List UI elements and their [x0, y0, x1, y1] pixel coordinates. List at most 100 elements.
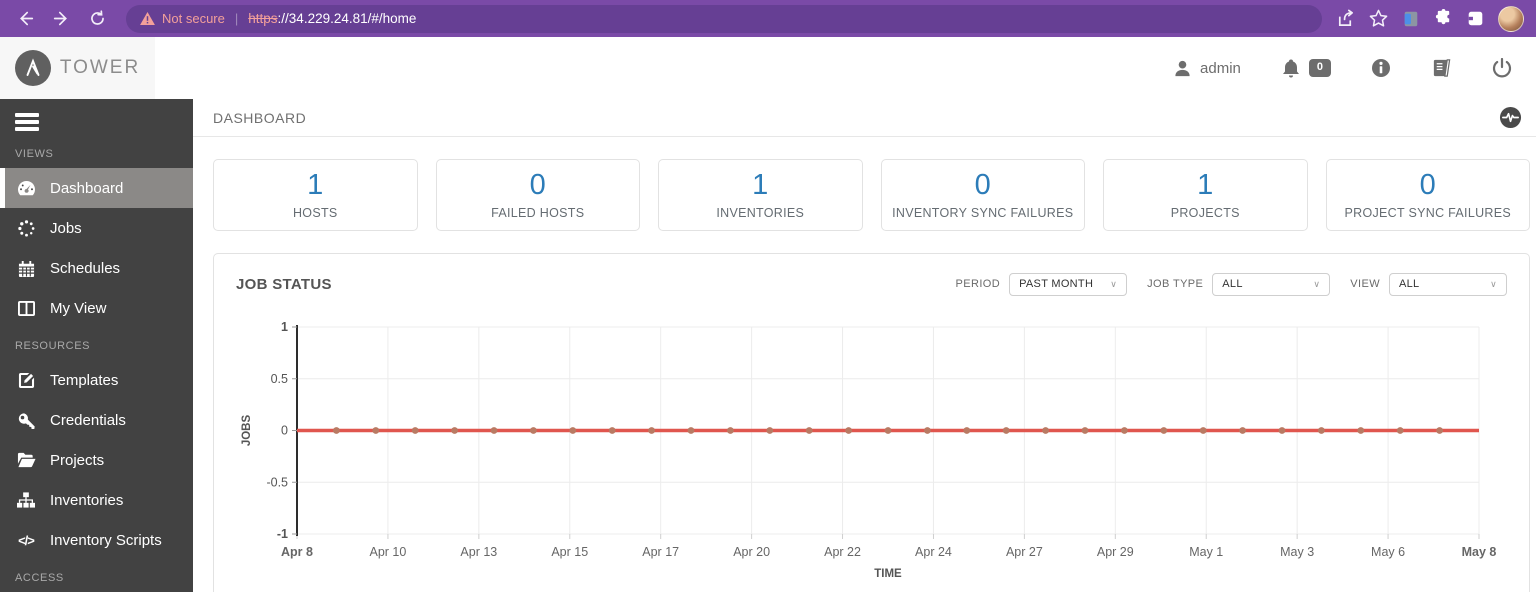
power-icon — [1492, 58, 1512, 78]
jobs-data-point[interactable] — [766, 427, 774, 434]
share-icon[interactable] — [1336, 9, 1355, 28]
address-bar[interactable]: Not secure | https://34.229.24.81/#/home — [126, 4, 1322, 33]
jobs-data-point[interactable] — [1160, 427, 1168, 434]
jobs-data-point[interactable] — [333, 427, 340, 434]
sidebar-section-access: ACCESS — [15, 572, 64, 584]
jobs-data-point[interactable] — [608, 427, 616, 434]
info-icon — [1372, 59, 1390, 77]
key-icon — [15, 412, 37, 429]
job-status-panel: JOB STATUS PERIOD PAST MONTH ∨ JOB TYPE ALL ∨… — [213, 253, 1530, 592]
stat-card-inventory-sync-failures[interactable]: 0 INVENTORY SYNC FAILURES — [880, 159, 1085, 231]
jobs-data-point[interactable] — [451, 427, 458, 434]
stat-value: 1 — [752, 169, 769, 202]
bell-icon — [1282, 59, 1299, 78]
sidebar-item-label: My View — [50, 299, 107, 317]
filter-label: PERIOD — [955, 278, 1001, 290]
filter-view: VIEW ALL ∨ — [1350, 272, 1507, 296]
y-tick-label: 0 — [281, 424, 288, 438]
jobs-data-point[interactable] — [963, 427, 971, 434]
browser-forward-button[interactable] — [46, 4, 76, 34]
job-status-filters: PERIOD PAST MONTH ∨ JOB TYPE ALL ∨ VIEW ALL ∨ — [955, 272, 1507, 296]
stat-value: 0 — [529, 169, 546, 202]
jobs-data-point[interactable] — [1239, 427, 1246, 434]
select-value: ALL — [1399, 278, 1420, 290]
sidebar-item-label: Projects — [50, 451, 105, 469]
y-tick-label: 1 — [281, 320, 288, 334]
filter-select-job-type[interactable]: ALL ∨ — [1212, 272, 1331, 296]
sidebar-item-projects[interactable]: Projects — [0, 440, 193, 480]
jobs-data-point[interactable] — [411, 427, 419, 434]
jobs-data-point[interactable] — [372, 427, 380, 434]
jobs-data-point[interactable] — [1042, 427, 1049, 434]
hamburger-icon — [15, 113, 39, 117]
sidebar-item-label: Schedules — [50, 259, 121, 277]
x-tick-label: Apr 13 — [460, 545, 497, 559]
job-status-chart[interactable]: Apr 8 Apr 10 Apr 13 Apr 15 Apr 17 Apr 20 Apr 2… — [236, 302, 1511, 580]
jobs-data-point[interactable] — [1278, 427, 1286, 434]
filter-select-view[interactable]: ALL ∨ — [1389, 272, 1507, 296]
sidebar-item-dashboard[interactable]: Dashboard — [0, 168, 193, 208]
extension-icon[interactable] — [1402, 10, 1420, 28]
y-tick-label: -0.5 — [266, 475, 288, 489]
jobs-data-point[interactable] — [1436, 427, 1443, 434]
tower-logo[interactable]: TOWER — [0, 37, 155, 99]
jobs-data-point[interactable] — [1318, 427, 1325, 434]
jobs-data-point[interactable] — [1002, 427, 1010, 434]
sidebar-item-credentials[interactable]: Credentials — [0, 400, 193, 440]
documentation-button[interactable] — [1431, 58, 1452, 78]
stat-card-inventories[interactable]: 1 INVENTORIES — [658, 159, 863, 231]
jobs-data-point[interactable] — [845, 427, 852, 434]
x-tick-label: May 1 — [1189, 545, 1223, 559]
sidebar-item-my-view[interactable]: My View — [0, 288, 193, 328]
sidebar-item-schedules[interactable]: Schedules — [0, 248, 193, 288]
profile-avatar[interactable] — [1498, 5, 1524, 32]
notifications-button[interactable]: 0 — [1281, 58, 1331, 78]
jobs-data-point[interactable] — [1357, 427, 1365, 434]
jobs-data-point[interactable] — [1081, 427, 1089, 434]
reload-icon — [90, 10, 104, 25]
x-tick-label: Apr 10 — [370, 545, 407, 559]
jobs-data-point[interactable] — [924, 427, 931, 434]
hamburger-menu-button[interactable] — [0, 99, 193, 145]
x-axis-title: TIME — [874, 568, 902, 580]
sidebar-item-inventory-scripts[interactable]: </> Inventory Scripts — [0, 520, 193, 560]
stat-card-hosts[interactable]: 1 HOSTS — [213, 159, 418, 231]
jobs-data-point[interactable] — [569, 427, 577, 434]
browser-back-button[interactable] — [10, 4, 40, 34]
jobs-data-point[interactable] — [1199, 427, 1207, 434]
extensions-puzzle-icon[interactable] — [1434, 9, 1453, 28]
about-button[interactable] — [1371, 58, 1391, 78]
side-panel-icon[interactable] — [1467, 10, 1484, 27]
browser-reload-button[interactable] — [82, 4, 112, 34]
stat-card-projects[interactable]: 1 PROJECTS — [1103, 159, 1308, 231]
jobs-data-point[interactable] — [687, 427, 695, 434]
bookmark-star-icon[interactable] — [1369, 9, 1388, 28]
jobs-data-point[interactable] — [1121, 427, 1128, 434]
jobs-data-point[interactable] — [805, 427, 813, 434]
jobs-data-point[interactable] — [648, 427, 655, 434]
sidebar-item-templates[interactable]: Templates — [0, 360, 193, 400]
pencil-square-icon — [15, 372, 37, 389]
y-axis-title: JOBS — [241, 415, 253, 447]
docs-icon — [1433, 59, 1451, 77]
calendar-icon — [15, 260, 37, 277]
notification-count-badge: 0 — [1308, 59, 1331, 77]
jobs-data-point[interactable] — [727, 427, 734, 434]
sidebar-item-inventories[interactable]: Inventories — [0, 480, 193, 520]
filter-period: PERIOD PAST MONTH ∨ — [955, 272, 1128, 296]
job-status-chart-container: Apr 8 Apr 10 Apr 13 Apr 15 Apr 17 Apr 20 Apr 2… — [236, 302, 1507, 585]
activity-stream-button[interactable] — [1499, 106, 1522, 129]
stat-card-project-sync-failures[interactable]: 0 PROJECT SYNC FAILURES — [1325, 159, 1530, 231]
logout-button[interactable] — [1492, 58, 1512, 78]
sidebar-item-jobs[interactable]: Jobs — [0, 208, 193, 248]
jobs-data-point[interactable] — [490, 427, 498, 434]
jobs-data-point[interactable] — [1396, 427, 1404, 434]
y-tick-label: 0.5 — [271, 372, 288, 386]
current-user[interactable]: admin — [1173, 59, 1241, 78]
stat-label: FAILED HOSTS — [491, 205, 585, 220]
jobs-data-point[interactable] — [530, 427, 537, 434]
stat-card-failed-hosts[interactable]: 0 FAILED HOSTS — [435, 159, 640, 231]
filter-select-period[interactable]: PAST MONTH ∨ — [1009, 272, 1128, 296]
x-tick-label: Apr 29 — [1097, 545, 1134, 559]
jobs-data-point[interactable] — [884, 427, 892, 434]
